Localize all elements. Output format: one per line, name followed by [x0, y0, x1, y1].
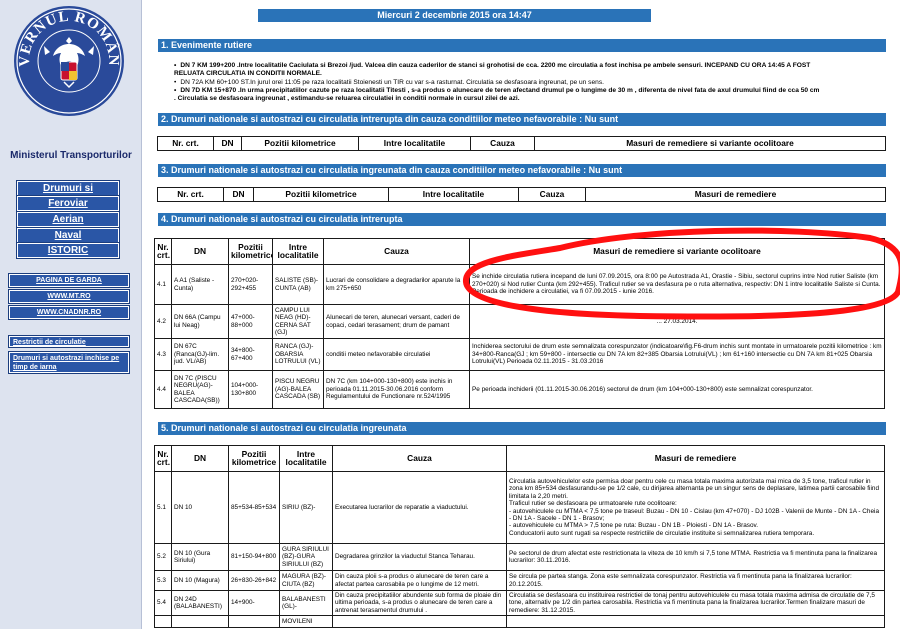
- section-1-line: RELUATA CIRCULATIA IN CONDITII NORMALE.: [174, 70, 322, 77]
- col-header: Cauza: [323, 238, 470, 265]
- col-header: Pozitii kilometrice: [253, 187, 389, 202]
- table-row: 5.4 DN 24D (BALABANESTI) 14+900- BALABAN…: [154, 589, 885, 617]
- link-restrictii-circulatie[interactable]: Restrictii de circulatie: [8, 335, 130, 348]
- col-header: Intre localitatile: [388, 187, 519, 202]
- link-pagina-de-garda[interactable]: PAGINA DE GARDA: [8, 273, 130, 288]
- section-3-table: Nr. crt. DN Pozitii kilometrice Intre lo…: [157, 187, 886, 202]
- col-header: DN: [213, 136, 242, 151]
- nav-istoric[interactable]: ISTORIC: [16, 242, 120, 259]
- section-1-line: DN 72A KM 60+100 ST.In jurul orei 11:05 …: [174, 79, 604, 87]
- col-header: Masuri de remediere si variante ocolitoa…: [534, 136, 886, 151]
- table-row: 4.3 DN 67C (Ranca(GJ)-lim. jud. VL/AB) 3…: [154, 338, 885, 371]
- col-header: Masuri de remediere: [506, 445, 885, 472]
- col-header: Masuri de remediere si variante ocolitoa…: [469, 238, 885, 265]
- col-header: DN: [171, 445, 229, 472]
- section-1-line: . Circulatia se desfasoara ingreunat , e…: [174, 95, 520, 102]
- col-header: Cauza: [470, 136, 535, 151]
- government-logo-icon[interactable]: GUVERNUL ROMÂNIEI: [12, 4, 126, 118]
- col-header: Pozitii kilometrice: [228, 238, 273, 265]
- ministry-name: Ministerul Transporturilor: [10, 150, 132, 161]
- table-row: 5.2 DN 10 (Gura Siriului) 81+150-94+800 …: [154, 543, 885, 571]
- section-2-title: 2. Drumuri nationale si autostrazi cu ci…: [158, 113, 886, 126]
- table-row: 4.4 DN 7C (PISCU NEGRU(AG)-BALEA CASCADA…: [154, 370, 885, 409]
- section-5-table: Nr. crt. DN Pozitii kilometrice Intre lo…: [154, 445, 885, 629]
- col-header: DN: [171, 238, 229, 265]
- table-row: MOVILENI: [154, 615, 885, 629]
- col-header: Nr. crt.: [154, 445, 172, 472]
- section-1-line: DN 7D KM 15+870 .In urma precipitatiilor…: [174, 87, 819, 95]
- nav-feroviar[interactable]: Feroviar: [16, 195, 120, 212]
- col-header: Nr. crt.: [154, 238, 172, 265]
- link-cnadnr-ro[interactable]: WWW.CNADNR.RO: [8, 305, 130, 320]
- section-5-title: 5. Drumuri nationale si autostrazi cu ci…: [158, 422, 886, 435]
- sidebar: GUVERNUL ROMÂNIEI Ministerul Transportur…: [0, 0, 142, 629]
- col-header: Cauza: [518, 187, 586, 202]
- section-4-title: 4. Drumuri nationale si autostrazi cu ci…: [158, 213, 886, 226]
- table-row: 4.2 DN 66A (Campu lui Neag) 47+000-88+00…: [154, 304, 885, 339]
- col-header: Pozitii kilometrice: [228, 445, 280, 472]
- col-header: Intre localitatile: [279, 445, 333, 472]
- table-row: 5.1 DN 10 85+534-85+534 SIRIU (BZ)- Exec…: [154, 471, 885, 544]
- link-mt-ro[interactable]: WWW.MT.RO: [8, 289, 130, 304]
- section-2-table: Nr. crt. DN Pozitii kilometrice Intre lo…: [157, 136, 886, 151]
- col-header: Cauza: [332, 445, 507, 472]
- nav-drumuri-autostrazi[interactable]: Drumuri si autostrazi: [16, 180, 120, 207]
- table-row: 4.1 A A1 (Saliste - Cunta) 270+020-292+4…: [154, 264, 885, 305]
- section-1-title: 1. Evenimente rutiere: [158, 39, 886, 52]
- col-header: Masuri de remediere: [585, 187, 886, 202]
- date-header: Miercuri 2 decembrie 2015 ora 14:47: [258, 9, 651, 22]
- col-header: Intre localitatile: [272, 238, 324, 265]
- table-row: 5.3 DN 10 (Magura) 26+830-26+842 MAGURA …: [154, 570, 885, 591]
- section-3-title: 3. Drumuri nationale si autostrazi cu ci…: [158, 164, 886, 177]
- link-drumuri-inchise-iarna[interactable]: Drumuri si autostrazi inchise pe timp de…: [8, 351, 130, 374]
- col-header: Nr. crt.: [157, 187, 224, 202]
- col-header: Nr. crt.: [157, 136, 214, 151]
- main-content: Miercuri 2 decembrie 2015 ora 14:47 1. E…: [143, 0, 900, 629]
- section-4-table: Nr. crt. DN Pozitii kilometrice Intre lo…: [154, 238, 885, 409]
- nav-naval[interactable]: Naval: [16, 227, 120, 244]
- col-header: Intre localitatile: [358, 136, 471, 151]
- nav-aerian[interactable]: Aerian: [16, 211, 120, 228]
- section-1-line: DN 7 KM 199+200 .Intre localitatile Caci…: [174, 62, 810, 70]
- col-header: Pozitii kilometrice: [241, 136, 359, 151]
- col-header: DN: [223, 187, 254, 202]
